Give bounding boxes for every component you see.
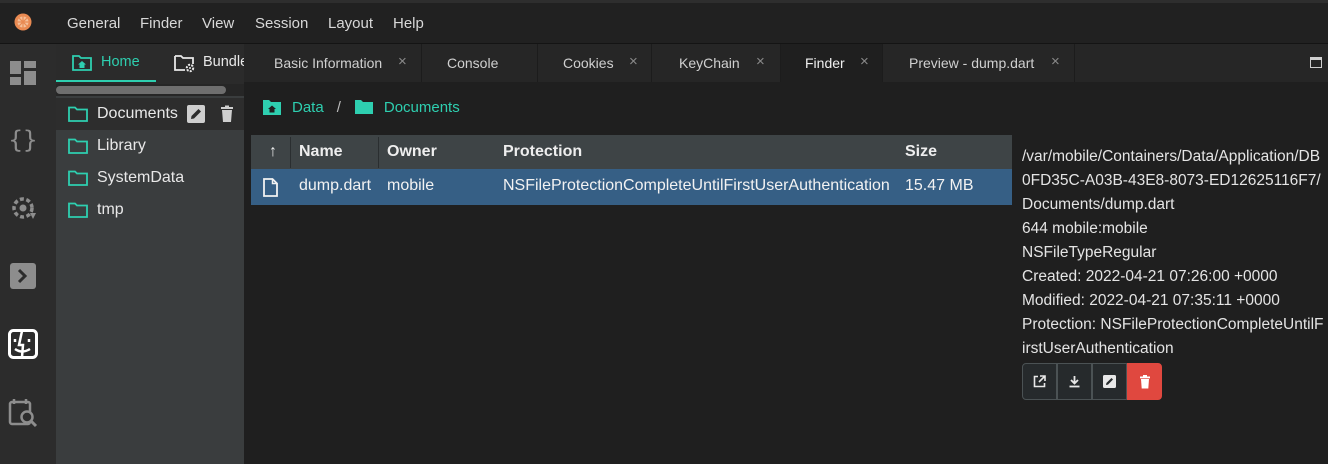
menu-help[interactable]: Help — [393, 15, 424, 32]
activity-bar: {} — [0, 44, 56, 464]
rename-icon[interactable] — [187, 105, 205, 123]
tree-item-label: SystemData — [97, 169, 185, 186]
delete-icon[interactable] — [218, 105, 236, 123]
home-folder-icon — [72, 55, 92, 71]
home-folder-icon[interactable] — [262, 99, 282, 116]
sidebar-scrollbar[interactable] — [56, 84, 244, 96]
delete-icon — [1139, 374, 1150, 388]
delete-button[interactable] — [1127, 363, 1162, 400]
cell-owner: mobile — [387, 177, 435, 194]
terminal-icon[interactable] — [6, 259, 40, 293]
rename-icon — [1103, 375, 1116, 388]
download-button[interactable] — [1057, 363, 1092, 400]
breadcrumb-documents[interactable]: Documents — [384, 99, 460, 116]
tree-item-label: Library — [97, 137, 146, 154]
tab-label: KeyChain — [679, 55, 740, 71]
folder-icon — [354, 100, 373, 114]
tab-close-icon[interactable]: × — [398, 53, 407, 70]
table-header: ↑ Name Owner Protection Size — [251, 135, 1012, 169]
file-icon — [263, 178, 278, 197]
column-divider — [378, 137, 379, 168]
tab-close-icon[interactable]: × — [1051, 53, 1060, 70]
tree-item-systemdata[interactable]: SystemData — [56, 162, 244, 194]
menu-view[interactable]: View — [202, 15, 234, 32]
tab-close-icon[interactable]: × — [860, 53, 869, 70]
tab-label: Basic Information — [274, 55, 383, 71]
svg-text:{}: {} — [9, 126, 38, 154]
cell-protection: NSFileProtectionCompleteUntilFirstUserAu… — [503, 177, 890, 194]
column-divider — [290, 137, 291, 168]
tab-basic-information[interactable]: Basic Information × — [244, 44, 422, 82]
tab-bundle[interactable]: Bundle — [172, 44, 244, 82]
cell-name: dump.dart — [299, 177, 372, 194]
column-header-name[interactable]: Name — [299, 143, 343, 161]
inspect-icon[interactable] — [6, 396, 40, 430]
rename-button[interactable] — [1092, 363, 1127, 400]
tab-keychain[interactable]: KeyChain × — [652, 44, 781, 82]
download-icon — [1069, 376, 1080, 388]
cell-size: 15.47 MB — [905, 177, 974, 194]
tab-console[interactable]: Console — [422, 44, 538, 82]
tree-item-tmp[interactable]: tmp — [56, 194, 244, 226]
tree-item-library[interactable]: Library — [56, 130, 244, 162]
folder-icon — [68, 106, 88, 122]
tab-close-icon[interactable]: × — [756, 53, 765, 70]
detail-path: /var/mobile/Containers/Data/Application/… — [1022, 148, 1321, 213]
tab-label: Console — [447, 55, 499, 71]
menu-layout[interactable]: Layout — [328, 15, 373, 32]
tab-preview-dump-dart[interactable]: Preview - dump.dart × — [883, 44, 1075, 82]
tab-bundle-label: Bundle — [203, 54, 244, 70]
app-window: General Finder View Session Layout Help … — [0, 0, 1328, 464]
dashboard-icon[interactable] — [6, 56, 40, 90]
braces-icon[interactable]: {} — [6, 123, 40, 157]
table-row[interactable]: dump.dart mobile NSFileProtectionComplet… — [251, 169, 1012, 205]
detail-created: Created: 2022-04-21 07:26:00 +0000 — [1022, 268, 1278, 285]
file-table: ↑ Name Owner Protection Size dump.dart m… — [251, 135, 1012, 205]
tab-close-icon[interactable]: × — [629, 53, 638, 70]
settings-sync-icon[interactable] — [6, 191, 40, 225]
open-external-icon — [1033, 375, 1046, 388]
editor-tabbar: Basic Information × Console Cookies × Ke… — [244, 44, 1328, 82]
folder-icon — [68, 170, 88, 186]
file-sidebar: Home Bundle Documents Library SystemData… — [56, 44, 244, 464]
detail-modified: Modified: 2022-04-21 07:35:11 +0000 — [1022, 292, 1280, 309]
tree-item-label: Documents — [97, 105, 178, 122]
column-header-owner[interactable]: Owner — [387, 143, 437, 161]
tab-label: Finder — [805, 55, 845, 71]
tab-cookies[interactable]: Cookies × — [538, 44, 652, 82]
file-actions — [1022, 363, 1162, 400]
folder-icon — [68, 202, 88, 218]
breadcrumb: Data / Documents — [262, 96, 460, 118]
tab-finder[interactable]: Finder × — [781, 44, 883, 82]
column-header-protection[interactable]: Protection — [503, 143, 582, 161]
detail-protection: Protection: NSFileProtectionCompleteUnti… — [1022, 316, 1324, 357]
maximize-icon[interactable] — [1310, 57, 1322, 68]
menu-finder[interactable]: Finder — [140, 15, 183, 32]
detail-permissions: 644 mobile:mobile — [1022, 220, 1148, 237]
sort-arrow-icon[interactable]: ↑ — [269, 143, 277, 161]
menu-general[interactable]: General — [67, 15, 120, 32]
tree-item-documents[interactable]: Documents — [56, 98, 244, 130]
tree-item-label: tmp — [97, 201, 124, 218]
breadcrumb-data[interactable]: Data — [292, 99, 324, 116]
tab-label: Cookies — [563, 55, 614, 71]
menubar: General Finder View Session Layout Help — [0, 0, 1328, 44]
folder-icon — [68, 138, 88, 154]
menu-session[interactable]: Session — [255, 15, 308, 32]
tab-home-label: Home — [101, 54, 140, 70]
tab-label: Preview - dump.dart — [909, 55, 1035, 71]
scrollbar-thumb[interactable] — [56, 86, 226, 94]
finder-icon[interactable] — [6, 327, 40, 361]
tab-home[interactable]: Home — [56, 44, 156, 82]
open-external-button[interactable] — [1022, 363, 1057, 400]
file-details: /var/mobile/Containers/Data/Application/… — [1022, 145, 1324, 361]
column-header-size[interactable]: Size — [905, 143, 937, 161]
app-logo-icon — [14, 13, 32, 31]
detail-file-type: NSFileTypeRegular — [1022, 244, 1157, 261]
folder-gear-icon — [174, 55, 195, 73]
sidebar-tabs: Home Bundle — [56, 44, 244, 84]
breadcrumb-separator: / — [336, 98, 341, 116]
